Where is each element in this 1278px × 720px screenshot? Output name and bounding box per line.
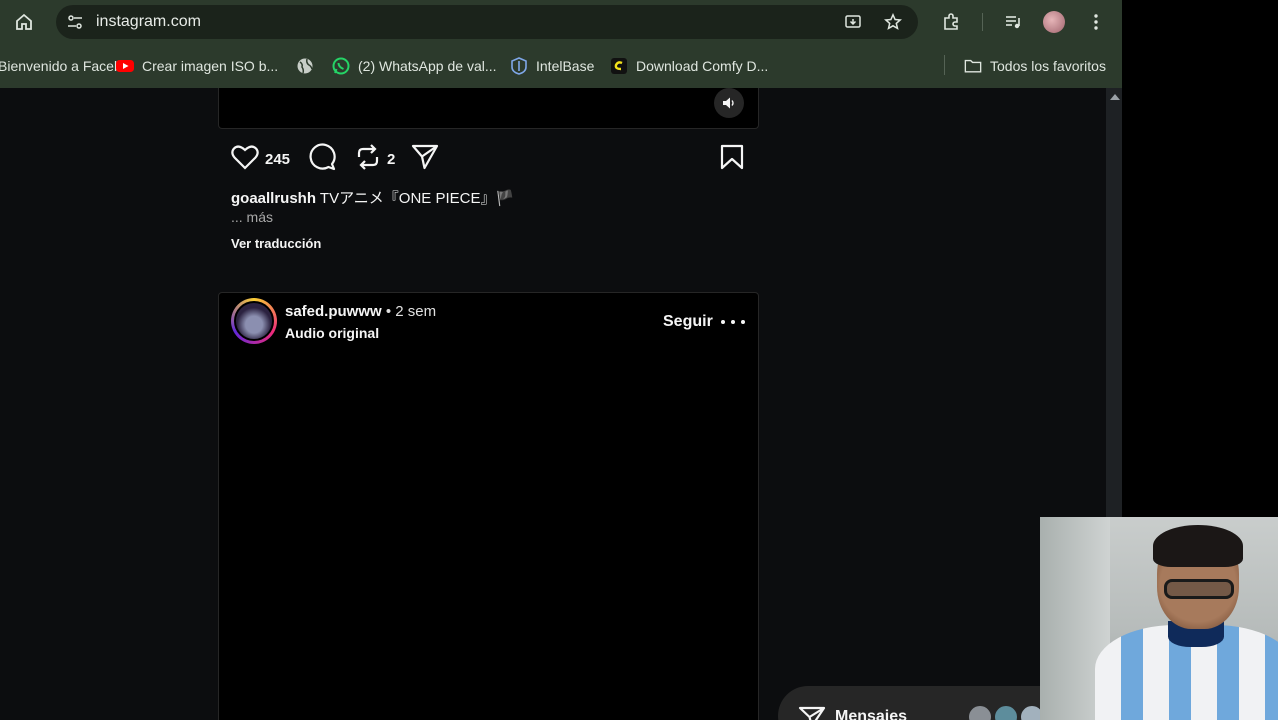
all-bookmarks-folder[interactable]: Todos los favoritos xyxy=(964,55,1106,77)
avatar[interactable] xyxy=(231,298,277,344)
bookmark-label: Bienvenido a Faceb... xyxy=(0,58,134,74)
post-time: • 2 sem xyxy=(385,303,437,320)
globe-icon xyxy=(296,57,314,75)
volume-icon[interactable] xyxy=(714,88,744,118)
repost-icon xyxy=(355,143,381,175)
site-info-icon[interactable] xyxy=(64,11,86,33)
media-controls-icon[interactable] xyxy=(1001,10,1025,34)
address-bar[interactable]: instagram.com xyxy=(56,5,918,39)
bookmarks-bar: Bienvenido a Faceb... Crear imagen ISO b… xyxy=(0,44,1122,88)
caption-username[interactable]: goaallrushh xyxy=(231,190,316,207)
bookmarks-divider xyxy=(944,55,945,75)
install-app-icon[interactable] xyxy=(842,11,864,33)
bookmark-globe[interactable] xyxy=(296,55,322,77)
bookmark-comfy[interactable]: Download Comfy D... xyxy=(610,55,768,77)
repost-button[interactable]: 2 xyxy=(355,143,396,175)
intelbase-icon xyxy=(510,57,528,75)
bookmark-label: IntelBase xyxy=(536,58,595,74)
browser-toolbar: instagram.com xyxy=(0,0,1122,44)
bookmark-label: Download Comfy D... xyxy=(636,58,769,74)
save-button[interactable] xyxy=(720,144,744,174)
youtube-icon xyxy=(116,57,134,75)
heart-icon xyxy=(231,144,259,175)
post-media[interactable] xyxy=(218,88,759,129)
comfy-icon xyxy=(610,57,628,75)
repost-count: 2 xyxy=(387,150,396,168)
like-button[interactable]: 245 xyxy=(231,144,290,174)
avatar xyxy=(993,704,1019,720)
all-bookmarks-label: Todos los favoritos xyxy=(990,58,1106,74)
bookmark-crear-imagen[interactable]: Crear imagen ISO b... xyxy=(116,55,278,77)
webcam-overlay xyxy=(1040,517,1278,720)
bookmark-facebook[interactable]: Bienvenido a Faceb... xyxy=(0,55,133,77)
post-actions: 245 2 xyxy=(231,143,747,176)
bookmark-whatsapp[interactable]: (2) WhatsApp de val... xyxy=(332,55,497,77)
more-options-icon[interactable] xyxy=(721,312,745,332)
post-username[interactable]: safed.puwww xyxy=(285,303,382,320)
folder-icon xyxy=(964,57,982,75)
like-count: 245 xyxy=(265,150,291,168)
comment-icon xyxy=(308,143,336,176)
post-caption: goaallrushh TVアニメ『ONE PIECE』🏴 xyxy=(231,187,514,208)
post-header: safed.puwww • 2 sem xyxy=(285,303,436,320)
more-link[interactable]: ... más xyxy=(231,209,273,225)
profile-avatar[interactable] xyxy=(1043,11,1065,33)
instagram-feed: 245 2 goaallrushh TVアニメ『ONE PIECE』🏴 ... … xyxy=(0,88,1106,720)
audio-link[interactable]: Audio original xyxy=(285,325,379,341)
home-icon[interactable] xyxy=(12,10,36,34)
translate-link[interactable]: Ver traducción xyxy=(231,236,321,251)
bookmark-intelbase[interactable]: IntelBase xyxy=(510,55,594,77)
whatsapp-icon xyxy=(332,57,350,75)
extensions-icon[interactable] xyxy=(939,10,963,34)
scroll-up-icon[interactable] xyxy=(1110,94,1120,100)
post-card: safed.puwww • 2 sem Audio original Segui… xyxy=(218,292,759,720)
toolbar-divider xyxy=(982,13,983,31)
bookmark-label: (2) WhatsApp de val... xyxy=(358,58,497,74)
follow-button[interactable]: Seguir xyxy=(663,313,713,331)
caption-text: TVアニメ『ONE PIECE』🏴 xyxy=(319,190,515,207)
send-icon xyxy=(411,144,439,175)
avatar xyxy=(967,704,993,720)
messenger-icon xyxy=(798,706,826,720)
comment-button[interactable] xyxy=(308,143,336,176)
bookmark-icon xyxy=(720,144,744,175)
menu-kebab-icon[interactable] xyxy=(1084,10,1108,34)
share-button[interactable] xyxy=(411,144,439,174)
bookmark-star-icon[interactable] xyxy=(882,11,904,33)
bookmark-label: Crear imagen ISO b... xyxy=(142,58,279,74)
messages-button[interactable]: Mensajes xyxy=(778,686,1078,720)
messages-label: Mensajes xyxy=(835,708,908,720)
url-text: instagram.com xyxy=(96,13,201,30)
browser-chrome: instagram.com Bienvenido a Faceb... Crea… xyxy=(0,0,1122,88)
